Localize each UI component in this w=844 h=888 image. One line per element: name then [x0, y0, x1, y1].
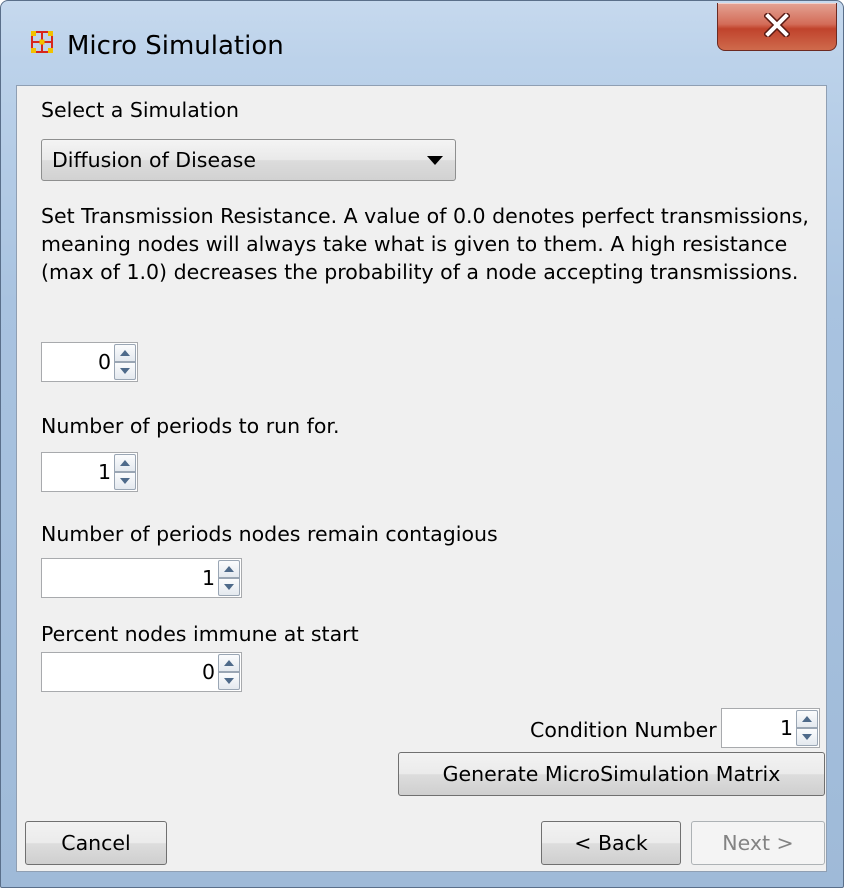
condition-number-spinner[interactable]: 1 — [721, 708, 820, 748]
decrement-arrow-icon[interactable] — [218, 672, 240, 690]
close-button[interactable] — [717, 3, 837, 51]
close-icon — [764, 13, 790, 37]
periods-value: 1 — [97, 460, 111, 484]
decrement-arrow-icon[interactable] — [114, 362, 136, 380]
condition-number-value: 1 — [779, 716, 793, 740]
spinner-buttons — [114, 454, 136, 490]
increment-arrow-icon[interactable] — [218, 560, 240, 578]
spinner-buttons — [114, 344, 136, 380]
immune-label: Percent nodes immune at start — [41, 622, 359, 646]
generate-matrix-button[interactable]: Generate MicroSimulation Matrix — [398, 752, 825, 796]
contagious-value: 1 — [201, 566, 215, 590]
immune-value: 0 — [201, 660, 215, 684]
title-bar[interactable]: Micro Simulation — [1, 1, 843, 85]
spinner-buttons — [796, 710, 818, 746]
immune-spinner[interactable]: 0 — [41, 652, 242, 692]
next-button: Next > — [691, 821, 825, 865]
window-title: Micro Simulation — [67, 31, 284, 61]
chevron-down-icon — [427, 156, 443, 165]
increment-arrow-icon[interactable] — [796, 710, 818, 728]
cancel-button[interactable]: Cancel — [25, 821, 167, 865]
contagious-label: Number of periods nodes remain contagiou… — [41, 522, 498, 546]
transmission-resistance-value: 0 — [97, 350, 111, 374]
micro-simulation-dialog: Micro Simulation Select a Simulation Dif… — [0, 0, 844, 888]
spinner-buttons — [218, 560, 240, 596]
periods-label: Number of periods to run for. — [41, 414, 340, 438]
simulation-dropdown-value: Diffusion of Disease — [52, 148, 256, 172]
periods-spinner[interactable]: 1 — [41, 452, 138, 492]
increment-arrow-icon[interactable] — [114, 344, 136, 362]
transmission-resistance-description: Set Transmission Resistance. A value of … — [41, 204, 809, 284]
decrement-arrow-icon[interactable] — [114, 472, 136, 490]
transmission-resistance-spinner[interactable]: 0 — [41, 342, 138, 382]
increment-arrow-icon[interactable] — [218, 654, 240, 672]
contagious-spinner[interactable]: 1 — [41, 558, 242, 598]
decrement-arrow-icon[interactable] — [218, 578, 240, 596]
back-button[interactable]: < Back — [541, 821, 681, 865]
select-simulation-label: Select a Simulation — [41, 98, 240, 122]
dialog-content: Select a Simulation Diffusion of Disease… — [16, 85, 827, 872]
simulation-dropdown[interactable]: Diffusion of Disease — [41, 139, 456, 181]
condition-number-label: Condition Number — [530, 718, 717, 742]
spinner-buttons — [218, 654, 240, 690]
increment-arrow-icon[interactable] — [114, 454, 136, 472]
network-grid-icon — [31, 31, 53, 53]
decrement-arrow-icon[interactable] — [796, 728, 818, 746]
